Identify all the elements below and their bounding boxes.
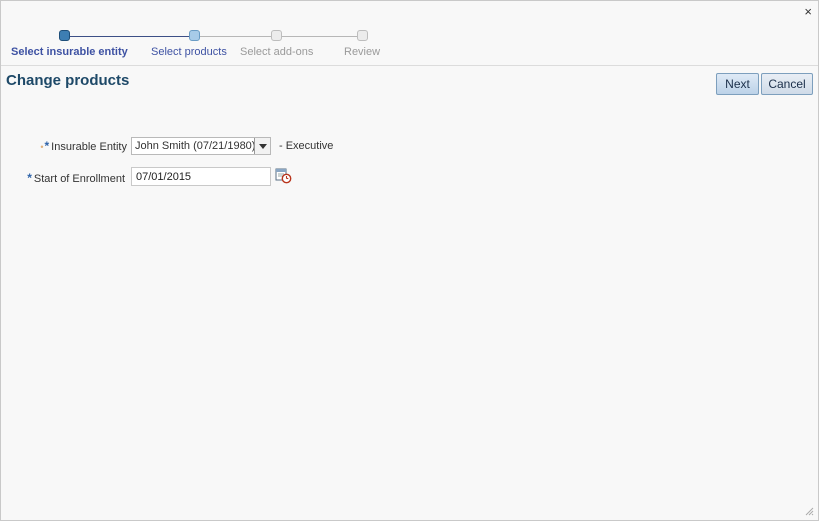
start-of-enrollment-label-text: Start of Enrollment [33, 173, 125, 185]
insurable-entity-role: - Executive [279, 140, 334, 152]
train-label-review: Review [344, 46, 381, 58]
insurable-entity-label: •* Insurable Entity [27, 139, 127, 153]
chevron-down-icon[interactable] [254, 138, 270, 154]
train-stop-1[interactable] [59, 30, 70, 41]
required-indicator: * [44, 139, 50, 153]
page-title: Change products [6, 72, 130, 89]
insurable-entity-value: John Smith (07/21/1980) [135, 140, 256, 152]
train-stepper: Select insurable entity Select products … [1, 27, 421, 67]
insurable-entity-select[interactable]: John Smith (07/21/1980) [131, 137, 271, 155]
close-icon[interactable]: × [804, 5, 812, 19]
next-button[interactable]: Next [716, 73, 759, 95]
train-stop-3 [271, 30, 282, 41]
train-stop-2[interactable] [189, 30, 200, 41]
next-button-label: Next [725, 77, 750, 91]
required-indicator: * [27, 171, 32, 185]
cancel-button-label: Cancel [768, 77, 806, 91]
train-label-select-insurable-entity[interactable]: Select insurable entity [11, 46, 128, 58]
train-stop-4 [357, 30, 368, 41]
cancel-button[interactable]: Cancel [761, 73, 813, 95]
train-connector [64, 36, 194, 37]
train-label-select-products[interactable]: Select products [151, 46, 227, 58]
start-of-enrollment-label: * Start of Enrollment [11, 171, 125, 185]
dialog-window: × Select insurable entity Select product… [0, 0, 819, 521]
header-divider [1, 65, 818, 66]
required-indicator-dot: • [40, 142, 44, 152]
insurable-entity-label-text: Insurable Entity [51, 141, 127, 153]
train-label-select-add-ons: Select add-ons [240, 46, 314, 58]
resize-grip-icon[interactable] [805, 507, 814, 516]
calendar-icon[interactable] [275, 167, 292, 184]
start-of-enrollment-input[interactable] [131, 167, 271, 186]
